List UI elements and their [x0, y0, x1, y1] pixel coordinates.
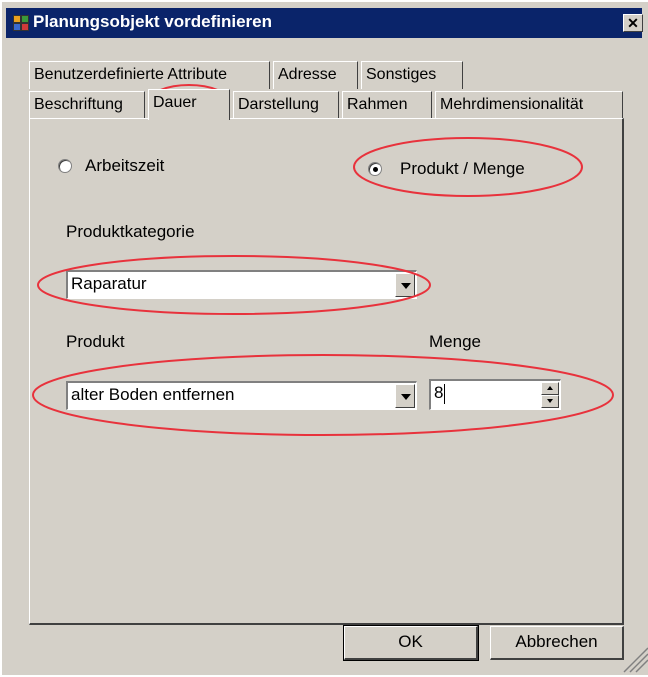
menge-stepper[interactable]: 8: [429, 379, 561, 410]
title-bar[interactable]: Planungsobjekt vordefinieren ✕: [6, 8, 643, 38]
cancel-button[interactable]: Abbrechen: [490, 626, 624, 660]
tab-dauer[interactable]: Dauer: [148, 89, 230, 120]
menge-value: 8: [434, 383, 444, 402]
ok-button[interactable]: OK: [343, 625, 479, 661]
chevron-down-icon[interactable]: [395, 273, 415, 297]
tab-darstellung[interactable]: Darstellung: [233, 91, 339, 119]
window-title: Planungsobjekt vordefinieren: [33, 12, 272, 31]
radio-arbeitszeit-label: Arbeitszeit: [85, 156, 165, 175]
text-caret: [444, 383, 446, 404]
app-icon: [13, 15, 29, 31]
tab-sonstiges[interactable]: Sonstiges: [361, 61, 463, 89]
produktkategorie-value: Raparatur: [71, 274, 147, 293]
spin-down-icon[interactable]: [541, 395, 559, 408]
radio-produkt-menge-label: Produkt / Menge: [400, 159, 525, 178]
produktkategorie-label: Produktkategorie: [66, 222, 195, 241]
radio-selected-dot: [373, 167, 378, 172]
menge-label: Menge: [429, 332, 481, 351]
tab-panel-dauer: [29, 118, 624, 625]
spinner[interactable]: [541, 382, 559, 408]
radio-produkt-menge[interactable]: [368, 162, 382, 176]
radio-arbeitszeit[interactable]: [58, 159, 72, 173]
tab-mehrdimensionalitaet[interactable]: Mehrdimensionalität: [435, 91, 623, 119]
produkt-value: alter Boden entfernen: [71, 385, 235, 404]
produktkategorie-select[interactable]: Raparatur: [66, 270, 417, 299]
tab-benutzerdefinierte-attribute[interactable]: Benutzerdefinierte Attribute: [29, 61, 270, 89]
tab-beschriftung[interactable]: Beschriftung: [29, 91, 145, 119]
spin-up-icon[interactable]: [541, 382, 559, 395]
produkt-label: Produkt: [66, 332, 125, 351]
close-icon[interactable]: ✕: [623, 14, 643, 32]
dialog-window: Planungsobjekt vordefinieren ✕ Benutzerd…: [0, 0, 648, 675]
tab-adresse[interactable]: Adresse: [273, 61, 358, 89]
tab-rahmen[interactable]: Rahmen: [342, 91, 432, 119]
chevron-down-icon[interactable]: [395, 384, 415, 408]
produkt-select[interactable]: alter Boden entfernen: [66, 381, 417, 410]
